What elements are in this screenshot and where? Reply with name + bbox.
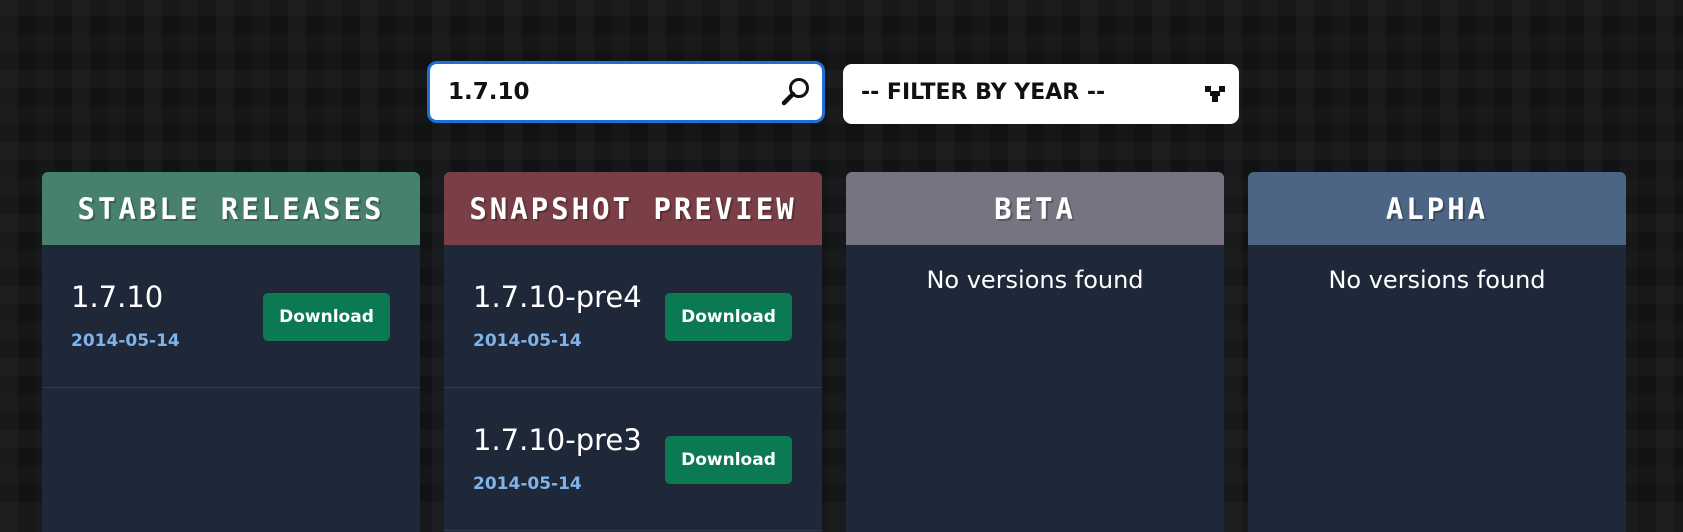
download-button[interactable]: Download [665,293,792,341]
version-item: 1.7.10-pre4 2014-05-14 Download [444,245,822,388]
stable-releases-column: STABLE RELEASES 1.7.10 2014-05-14 Downlo… [42,172,420,532]
version-item: 1.7.10 2014-05-14 Download [42,245,420,388]
beta-column: BETA No versions found [846,172,1224,532]
empty-message: No versions found [926,266,1144,294]
version-date: 2014-05-14 [71,331,180,351]
version-item: 1.7.10-pre3 2014-05-14 Download [444,388,822,531]
version-name: 1.7.10-pre4 [473,280,642,314]
year-filter-label: -- FILTER BY YEAR -- [861,80,1106,105]
search-input[interactable] [448,64,768,120]
version-date: 2014-05-14 [473,331,582,351]
version-name: 1.7.10-pre3 [473,423,642,457]
version-name: 1.7.10 [71,280,164,314]
beta-title: BETA [994,191,1076,226]
alpha-title: ALPHA [1385,191,1489,226]
stable-releases-header: STABLE RELEASES [42,172,420,245]
alpha-column: ALPHA No versions found [1248,172,1626,532]
alpha-header: ALPHA [1248,172,1626,245]
snapshot-preview-column: SNAPSHOT PREVIEW 1.7.10-pre4 2014-05-14 … [444,172,822,532]
version-date: 2014-05-14 [473,474,582,494]
empty-message: No versions found [1328,266,1546,294]
snapshot-preview-header: SNAPSHOT PREVIEW [444,172,822,245]
year-filter-select[interactable]: -- FILTER BY YEAR -- [843,64,1239,124]
chevron-down-icon [1205,86,1225,102]
download-button[interactable]: Download [263,293,390,341]
search-box[interactable] [427,61,825,123]
search-icon[interactable] [780,76,812,108]
snapshot-preview-title: SNAPSHOT PREVIEW [469,191,797,226]
stable-releases-title: STABLE RELEASES [77,191,385,226]
beta-header: BETA [846,172,1224,245]
download-button[interactable]: Download [665,436,792,484]
